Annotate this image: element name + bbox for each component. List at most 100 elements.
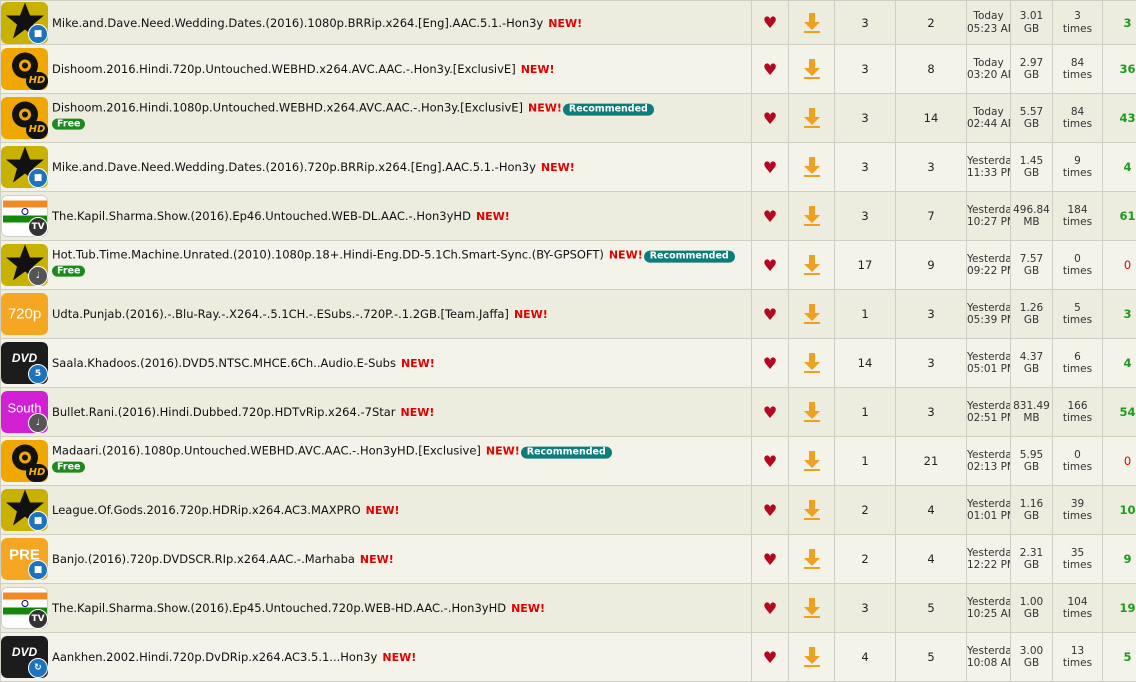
seeders-count[interactable]: 9 — [1103, 535, 1136, 584]
files-count[interactable]: 1 — [835, 388, 896, 437]
files-count[interactable]: 3 — [835, 1, 896, 45]
seeders-count[interactable]: 4 — [1103, 143, 1136, 192]
files-count[interactable]: 3 — [835, 45, 896, 94]
snatched-count[interactable]: 0times — [1053, 241, 1103, 290]
snatched-count[interactable]: 39times — [1053, 486, 1103, 535]
download-icon[interactable] — [803, 107, 821, 129]
files-count[interactable]: 3 — [835, 192, 896, 241]
category-icon-movie-star[interactable]: ■ — [1, 146, 48, 188]
heart-icon[interactable]: ♥ — [763, 305, 777, 324]
snatched-count[interactable]: 184times — [1053, 192, 1103, 241]
download-icon[interactable] — [803, 303, 821, 325]
category-icon-movie-star[interactable]: ♩ — [1, 244, 48, 286]
seeders-count[interactable]: 5 — [1103, 633, 1136, 682]
heart-icon[interactable]: ♥ — [763, 599, 777, 618]
category-icon-pre[interactable]: PRE■ — [1, 538, 48, 580]
category-icon-dvd[interactable]: DVD↻ — [1, 636, 48, 678]
snatched-count[interactable]: 84times — [1053, 45, 1103, 94]
category-icon-hd-cam[interactable]: HD — [1, 97, 48, 139]
heart-icon[interactable]: ♥ — [763, 13, 777, 32]
torrent-title-link[interactable]: Bullet.Rani.(2016).Hindi.Dubbed.720p.HDT… — [52, 405, 396, 419]
seeders-count[interactable]: 3 — [1103, 290, 1136, 339]
category-icon-720p[interactable]: 720p — [1, 293, 48, 335]
category-icon-hd-cam[interactable]: HD — [1, 48, 48, 90]
heart-icon[interactable]: ♥ — [763, 550, 777, 569]
torrent-title-link[interactable]: Madaari.(2016).1080p.Untouched.WEBHD.AVC… — [52, 444, 481, 458]
category-icon-movie-star[interactable]: ■ — [1, 489, 48, 531]
seeders-count[interactable]: 43 — [1103, 94, 1136, 143]
heart-icon[interactable]: ♥ — [763, 501, 777, 520]
heart-icon[interactable]: ♥ — [763, 403, 777, 422]
torrent-title-link[interactable]: League.Of.Gods.2016.720p.HDRip.x264.AC3.… — [52, 503, 361, 517]
torrent-title-link[interactable]: Aankhen.2002.Hindi.720p.DvDRip.x264.AC3.… — [52, 650, 377, 664]
heart-icon[interactable]: ♥ — [763, 354, 777, 373]
comments-count[interactable]: 5 — [896, 633, 967, 682]
heart-icon[interactable]: ♥ — [763, 158, 777, 177]
torrent-title-link[interactable]: Saala.Khadoos.(2016).DVD5.NTSC.MHCE.6Ch.… — [52, 356, 396, 370]
torrent-title-link[interactable]: Dishoom.2016.Hindi.1080p.Untouched.WEBHD… — [52, 101, 523, 115]
seeders-count[interactable]: 3 — [1103, 1, 1136, 45]
comments-count[interactable]: 3 — [896, 388, 967, 437]
snatched-count[interactable]: 6times — [1053, 339, 1103, 388]
heart-icon[interactable]: ♥ — [763, 207, 777, 226]
comments-count[interactable]: 5 — [896, 584, 967, 633]
category-icon-dvd[interactable]: DVD5 — [1, 342, 48, 384]
snatched-count[interactable]: 3times — [1053, 1, 1103, 45]
files-count[interactable]: 3 — [835, 584, 896, 633]
comments-count[interactable]: 4 — [896, 535, 967, 584]
seeders-count[interactable]: 19 — [1103, 584, 1136, 633]
snatched-count[interactable]: 84times — [1053, 94, 1103, 143]
heart-icon[interactable]: ♥ — [763, 256, 777, 275]
snatched-count[interactable]: 9times — [1053, 143, 1103, 192]
snatched-count[interactable]: 166times — [1053, 388, 1103, 437]
seeders-count[interactable]: 61 — [1103, 192, 1136, 241]
category-icon-india-tv[interactable]: TV — [1, 587, 48, 629]
seeders-count[interactable]: 4 — [1103, 339, 1136, 388]
snatched-count[interactable]: 13times — [1053, 633, 1103, 682]
files-count[interactable]: 2 — [835, 535, 896, 584]
torrent-title-link[interactable]: The.Kapil.Sharma.Show.(2016).Ep45.Untouc… — [52, 601, 506, 615]
comments-count[interactable]: 9 — [896, 241, 967, 290]
snatched-count[interactable]: 5times — [1053, 290, 1103, 339]
files-count[interactable]: 3 — [835, 94, 896, 143]
torrent-title-link[interactable]: Dishoom.2016.Hindi.720p.Untouched.WEBHD.… — [52, 62, 516, 76]
download-icon[interactable] — [803, 499, 821, 521]
download-icon[interactable] — [803, 58, 821, 80]
download-icon[interactable] — [803, 401, 821, 423]
heart-icon[interactable]: ♥ — [763, 60, 777, 79]
files-count[interactable]: 1 — [835, 290, 896, 339]
seeders-count[interactable]: 54 — [1103, 388, 1136, 437]
heart-icon[interactable]: ♥ — [763, 109, 777, 128]
seeders-count[interactable]: 36 — [1103, 45, 1136, 94]
category-icon-india-tv[interactable]: TV — [1, 195, 48, 237]
comments-count[interactable]: 3 — [896, 143, 967, 192]
files-count[interactable]: 17 — [835, 241, 896, 290]
snatched-count[interactable]: 0times — [1053, 437, 1103, 486]
files-count[interactable]: 14 — [835, 339, 896, 388]
files-count[interactable]: 2 — [835, 486, 896, 535]
comments-count[interactable]: 4 — [896, 486, 967, 535]
torrent-title-link[interactable]: Banjo.(2016).720p.DVDSCR.RIp.x264.AAC.-.… — [52, 552, 355, 566]
files-count[interactable]: 4 — [835, 633, 896, 682]
torrent-title-link[interactable]: Udta.Punjab.(2016).-.Blu-Ray.-.X264.-.5.… — [52, 307, 509, 321]
download-icon[interactable] — [803, 646, 821, 668]
seeders-count[interactable]: 0 — [1103, 241, 1136, 290]
download-icon[interactable] — [803, 597, 821, 619]
category-icon-movie-star[interactable]: ■ — [1, 2, 48, 44]
download-icon[interactable] — [803, 548, 821, 570]
download-icon[interactable] — [803, 352, 821, 374]
snatched-count[interactable]: 104times — [1053, 584, 1103, 633]
heart-icon[interactable]: ♥ — [763, 648, 777, 667]
comments-count[interactable]: 8 — [896, 45, 967, 94]
download-icon[interactable] — [803, 12, 821, 34]
comments-count[interactable]: 21 — [896, 437, 967, 486]
torrent-title-link[interactable]: The.Kapil.Sharma.Show.(2016).Ep46.Untouc… — [52, 209, 471, 223]
comments-count[interactable]: 2 — [896, 1, 967, 45]
torrent-title-link[interactable]: Mike.and.Dave.Need.Wedding.Dates.(2016).… — [52, 160, 536, 174]
download-icon[interactable] — [803, 205, 821, 227]
files-count[interactable]: 3 — [835, 143, 896, 192]
download-icon[interactable] — [803, 156, 821, 178]
comments-count[interactable]: 3 — [896, 290, 967, 339]
comments-count[interactable]: 14 — [896, 94, 967, 143]
seeders-count[interactable]: 10 — [1103, 486, 1136, 535]
